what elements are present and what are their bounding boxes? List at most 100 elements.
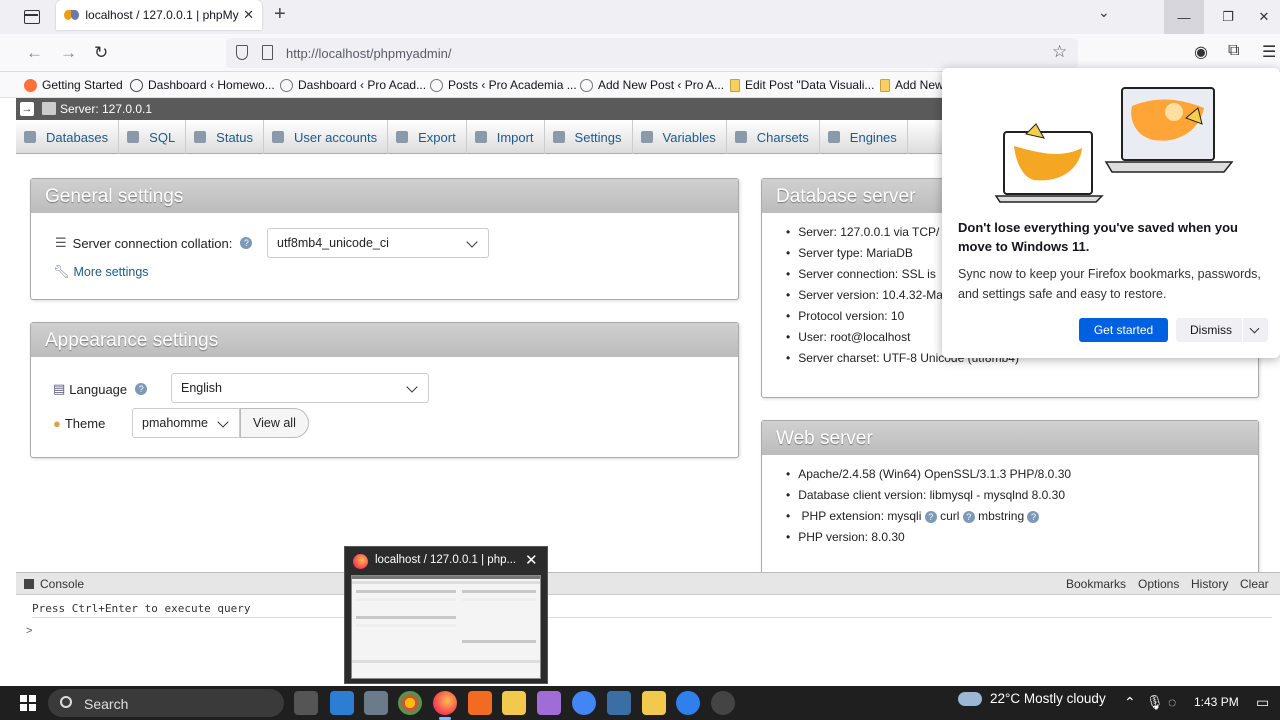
panel-title: General settings	[31, 179, 738, 213]
console-bookmarks-link[interactable]: Bookmarks	[1066, 577, 1126, 591]
console-history-link[interactable]: History	[1191, 577, 1228, 591]
help-icon[interactable]: ?	[240, 237, 253, 249]
bookmark-star-icon[interactable]: ☆	[1052, 42, 1067, 62]
microphone-icon[interactable]: 🎙︎	[1146, 694, 1164, 711]
language-select[interactable]: English	[171, 373, 429, 403]
url-text[interactable]: http://localhost/phpmyadmin/	[286, 46, 451, 61]
bookmark-item[interactable]: Dashboard ‹ Pro Acad...	[280, 78, 426, 92]
collapse-navigation-icon[interactable]: →	[20, 102, 34, 116]
console-message: Press Ctrl+Enter to execute query	[32, 602, 251, 615]
weather-widget[interactable]: 22°C Mostly cloudy	[954, 687, 1106, 706]
tab-overview-icon[interactable]	[18, 6, 44, 28]
extensions-icon[interactable]: ⧉	[1228, 42, 1239, 60]
dismiss-button[interactable]: Dismiss	[1176, 318, 1268, 342]
help-icon[interactable]: ?	[924, 510, 937, 523]
theme-palette-icon: ●	[53, 416, 61, 431]
chevron-down-icon	[406, 381, 418, 393]
tab-databases[interactable]: Databases	[16, 120, 120, 154]
wordpress-icon	[580, 78, 593, 92]
more-settings-link[interactable]: More settings	[74, 265, 149, 279]
tab-import[interactable]: Import	[467, 120, 545, 154]
github-icon[interactable]	[711, 691, 735, 715]
language-label-row: ▤ Language ?	[53, 381, 148, 397]
bookmark-item[interactable]: Edit Post "Data Visuali...	[730, 78, 874, 92]
view-all-themes-button[interactable]: View all	[240, 408, 309, 438]
chrome-profile-icon[interactable]	[572, 691, 596, 715]
server-icon	[42, 102, 56, 115]
restore-window-button[interactable]: ❐	[1208, 0, 1248, 34]
forward-arrow-icon[interactable]: →	[60, 43, 77, 63]
minimize-window-button[interactable]: —	[1164, 0, 1204, 34]
taskbar-window-preview[interactable]: localhost / 127.0.0.1 | php... ✕	[344, 546, 548, 684]
wordpress-icon	[280, 78, 293, 92]
console-title[interactable]: Console	[40, 577, 84, 591]
notification-icon[interactable]: ▭	[1256, 694, 1269, 711]
app-icon[interactable]	[607, 691, 631, 715]
bookmark-item[interactable]: Add New	[880, 78, 944, 92]
help-icon[interactable]: ?	[1027, 510, 1040, 523]
tab-charsets[interactable]: Charsets	[727, 120, 820, 154]
tab-sql[interactable]: SQL	[119, 120, 187, 154]
app-icon[interactable]	[537, 691, 561, 715]
new-tab-plus-icon[interactable]: +	[274, 3, 286, 26]
chevron-down-icon[interactable]	[1242, 318, 1268, 342]
windows-taskbar: Search 22°C Mostly cloudy ⌃ 🎙︎ ◌ 1:43 PM…	[0, 686, 1280, 720]
bookmark-item[interactable]: Posts ‹ Pro Academia ...	[430, 78, 577, 92]
phpmyadmin-favicon-icon	[64, 8, 80, 22]
console-toolbar: Console Bookmarks Options History Clear	[16, 573, 1280, 595]
browser-tab-strip: localhost / 127.0.0.1 | phpMyAd ✕ + ⌄ — …	[0, 0, 1280, 34]
bookmark-item[interactable]: Getting Started	[24, 78, 123, 92]
vscode-icon[interactable]	[330, 691, 354, 715]
url-bar[interactable]: http://localhost/phpmyadmin/ ☆	[226, 38, 1078, 68]
task-view-icon[interactable]	[294, 691, 318, 715]
tab-variables[interactable]: Variables	[633, 120, 727, 154]
collation-select[interactable]: utf8mb4_unicode_ci	[267, 228, 489, 258]
tab-user-accounts[interactable]: User accounts	[264, 120, 389, 154]
chevron-up-icon[interactable]: ⌃	[1124, 694, 1136, 711]
maps-icon[interactable]	[676, 691, 700, 715]
list-item: PHP extension: mysqli ? curl ? mbstring …	[786, 509, 1258, 523]
tab-export[interactable]: Export	[388, 120, 467, 154]
taskbar-clock[interactable]: 1:43 PM	[1194, 695, 1239, 709]
theme-select[interactable]: pmahomme	[132, 408, 240, 438]
tab-status[interactable]: Status	[186, 120, 265, 154]
close-preview-icon[interactable]: ✕	[525, 551, 538, 569]
charsets-icon	[734, 131, 747, 143]
web-server-panel: Web server Apache/2.4.58 (Win64) OpenSSL…	[761, 420, 1259, 580]
bookmark-item[interactable]: Dashboard ‹ Homewo...	[130, 78, 275, 92]
server-label[interactable]: Server: 127.0.0.1	[60, 102, 152, 116]
console-clear-link[interactable]: Clear	[1240, 577, 1269, 591]
help-icon[interactable]: ?	[962, 510, 975, 523]
browser-tab-active[interactable]: localhost / 127.0.0.1 | phpMyAd ✕	[56, 0, 262, 30]
pma-content: General settings ☰ Server connection col…	[16, 154, 1259, 580]
get-started-button[interactable]: Get started	[1079, 318, 1168, 342]
help-icon[interactable]: ?	[135, 383, 148, 395]
tracking-shield-icon[interactable]	[236, 45, 248, 60]
back-arrow-icon[interactable]: ←	[26, 43, 43, 63]
page-info-icon[interactable]	[262, 45, 273, 60]
file-explorer-icon[interactable]	[502, 691, 526, 715]
wordpress-icon	[430, 78, 443, 92]
console-query-input[interactable]	[32, 617, 1272, 643]
tab-title: localhost / 127.0.0.1 | phpMyAd	[85, 8, 240, 22]
chrome-icon[interactable]	[398, 691, 422, 715]
network-icon[interactable]: ◌	[1168, 694, 1176, 710]
preview-thumbnail[interactable]	[351, 575, 541, 679]
chevron-down-icon[interactable]: ⌄	[1098, 4, 1110, 21]
xampp-icon[interactable]	[468, 691, 492, 715]
account-icon[interactable]: ◉	[1194, 42, 1208, 62]
taskbar-search-box[interactable]: Search	[48, 689, 284, 717]
app-icon[interactable]	[364, 691, 388, 715]
firefox-icon[interactable]	[433, 691, 457, 720]
menu-icon[interactable]: ☰	[1262, 42, 1276, 62]
tab-settings[interactable]: Settings	[545, 120, 633, 154]
close-window-button[interactable]: ✕	[1244, 0, 1280, 34]
database-icon	[24, 131, 36, 143]
close-tab-icon[interactable]: ✕	[243, 7, 254, 23]
windows-start-icon[interactable]	[20, 695, 36, 711]
tab-engines[interactable]: Engines	[820, 120, 908, 154]
console-options-link[interactable]: Options	[1138, 577, 1179, 591]
bookmark-item[interactable]: Add New Post ‹ Pro A...	[580, 78, 724, 92]
app-icon[interactable]	[642, 691, 666, 715]
reload-icon[interactable]: ↻	[94, 43, 108, 63]
